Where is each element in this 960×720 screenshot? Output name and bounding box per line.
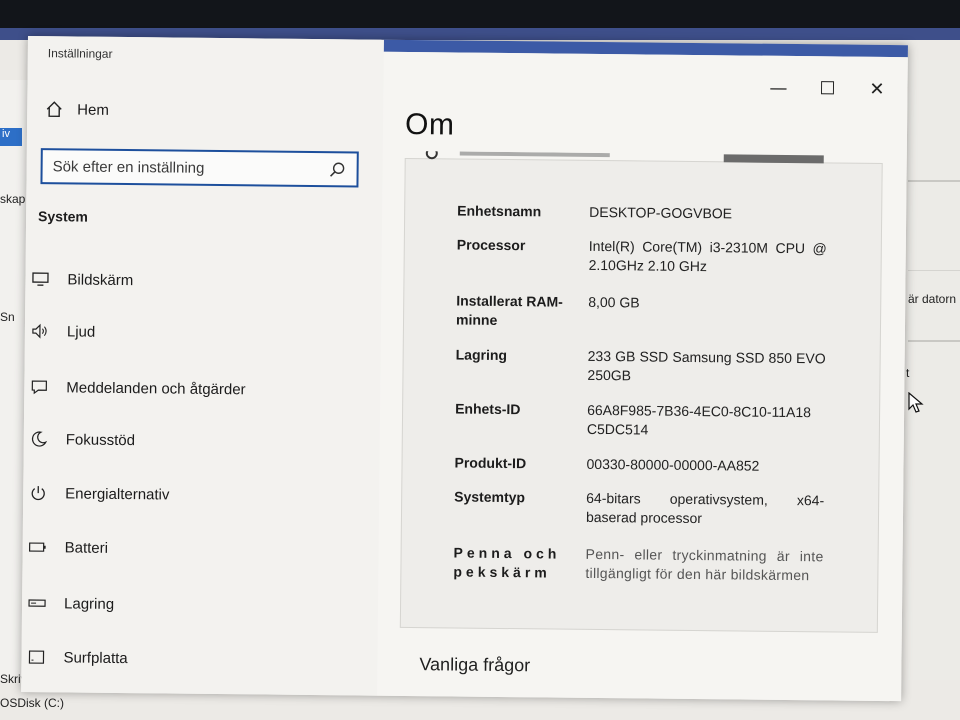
background-label: skap <box>0 192 26 206</box>
tablet-icon <box>27 648 45 666</box>
spec-row: Enhets-ID 66A8F985-7B36-4EC0-8C10-11A18 … <box>403 399 881 437</box>
nav-home[interactable]: Hem <box>45 100 109 119</box>
settings-window: Inställningar Hem System Bildskärm <box>21 36 908 702</box>
spec-value: Penn- eller tryckinmatning är inte tillg… <box>585 545 824 584</box>
home-icon <box>46 101 62 118</box>
mouse-cursor-icon <box>908 392 924 413</box>
about-content: — ☐ ✕ Om Enhetsnamn DESKTOP-GOGVBOE Proc… <box>377 51 908 702</box>
minimize-button[interactable]: — <box>769 78 787 99</box>
screen-bezel <box>0 0 960 42</box>
spec-key: Systemtyp <box>454 488 526 506</box>
nav-item-label: Bildskärm <box>67 270 134 289</box>
nav-item-storage[interactable]: Lagring <box>28 590 114 617</box>
nav-item-display[interactable]: Bildskärm <box>31 266 133 293</box>
speaker-icon <box>31 322 49 340</box>
spec-key: Installerat RAM-minne <box>455 292 563 328</box>
nav-item-sound[interactable]: Ljud <box>31 318 96 345</box>
battery-icon <box>29 538 47 556</box>
background-label: Sn <box>0 310 15 324</box>
nav-item-notifications[interactable]: Meddelanden och åtgärder <box>30 374 246 402</box>
faq-heading: Vanliga frågor <box>419 654 531 676</box>
moon-icon <box>30 430 48 448</box>
power-icon <box>29 484 47 502</box>
nav-item-label: Meddelanden och åtgärder <box>66 378 246 398</box>
spec-key: Lagring <box>455 346 508 364</box>
spec-key: Processor <box>456 236 526 254</box>
drive-label[interactable]: OSDisk (C:) <box>0 696 64 710</box>
spec-value: DESKTOP-GOGVBOE <box>589 203 733 222</box>
nav-item-label: Fokusstöd <box>65 430 136 449</box>
spec-row: Processor Intel(R) Core(TM) i3-2310M CPU… <box>405 235 883 275</box>
search-input[interactable] <box>52 156 323 180</box>
spec-key: Penna och pekskärm <box>453 544 561 581</box>
nav-home-label: Hem <box>77 101 109 119</box>
background-label: iv <box>2 128 10 140</box>
settings-nav-pane: Inställningar Hem System Bildskärm <box>21 36 384 696</box>
spec-row: Installerat RAM-minne 8,00 GB <box>404 291 882 327</box>
spec-key: Enhetsnamn <box>457 202 542 220</box>
spec-key: Produkt-ID <box>454 454 527 472</box>
nav-item-focus-assist[interactable]: Fokusstöd <box>30 426 135 453</box>
spec-header-scrolled <box>406 150 882 166</box>
settings-search[interactable] <box>40 148 359 188</box>
nav-item-label: Ljud <box>66 322 96 341</box>
background-label: är datorn <box>908 292 957 306</box>
spec-row: Enhetsnamn DESKTOP-GOGVBOE <box>405 201 883 222</box>
nav-item-label: Energialternativ <box>65 484 170 504</box>
maximize-button[interactable]: ☐ <box>819 78 835 99</box>
spec-value: 8,00 GB <box>588 293 640 311</box>
spec-key: Enhets-ID <box>455 400 521 418</box>
chevron-up-icon[interactable] <box>425 150 438 160</box>
spec-value: 233 GB SSD Samsung SSD 850 EVO 250GB <box>587 347 826 384</box>
nav-item-label: Surfplatta <box>63 648 128 667</box>
message-icon <box>30 378 48 396</box>
spec-row: Systemtyp 64-bitars operativsystem, x64-… <box>402 487 880 526</box>
display-icon <box>31 270 49 288</box>
background-label: t <box>906 366 910 380</box>
spec-value: 64-bitars operativsystem, x64-baserad pr… <box>585 489 825 527</box>
spec-value: 66A8F985-7B36-4EC0-8C10-11A18 C5DC514 <box>586 401 812 438</box>
spec-row: Penna och pekskärm Penn- eller tryckinma… <box>402 543 880 583</box>
page-title: Om <box>404 107 455 142</box>
spec-value: 00330-80000-00000-AA852 <box>586 455 760 474</box>
spec-value: Intel(R) Core(TM) i3-2310M CPU @ 2.10GHz… <box>588 237 827 275</box>
window-title: Inställningar <box>47 46 113 61</box>
search-icon[interactable] <box>329 161 347 179</box>
background-right-panel <box>908 60 960 680</box>
nav-item-power[interactable]: Energialternativ <box>29 480 170 507</box>
nav-item-label: Lagring <box>63 594 115 613</box>
nav-section-label: System <box>38 208 89 225</box>
spec-row: Lagring 233 GB SSD Samsung SSD 850 EVO 2… <box>404 345 882 383</box>
device-specifications-card: Enhetsnamn DESKTOP-GOGVBOE Processor Int… <box>399 150 883 633</box>
nav-item-battery[interactable]: Batteri <box>29 534 109 561</box>
nav-item-label: Batteri <box>64 538 109 557</box>
copy-button[interactable] <box>723 152 824 164</box>
close-button[interactable]: ✕ <box>869 79 884 100</box>
spec-row: Produkt-ID 00330-80000-00000-AA852 <box>403 453 881 473</box>
nav-item-tablet[interactable]: Surfplatta <box>27 644 128 671</box>
storage-icon <box>28 594 46 612</box>
